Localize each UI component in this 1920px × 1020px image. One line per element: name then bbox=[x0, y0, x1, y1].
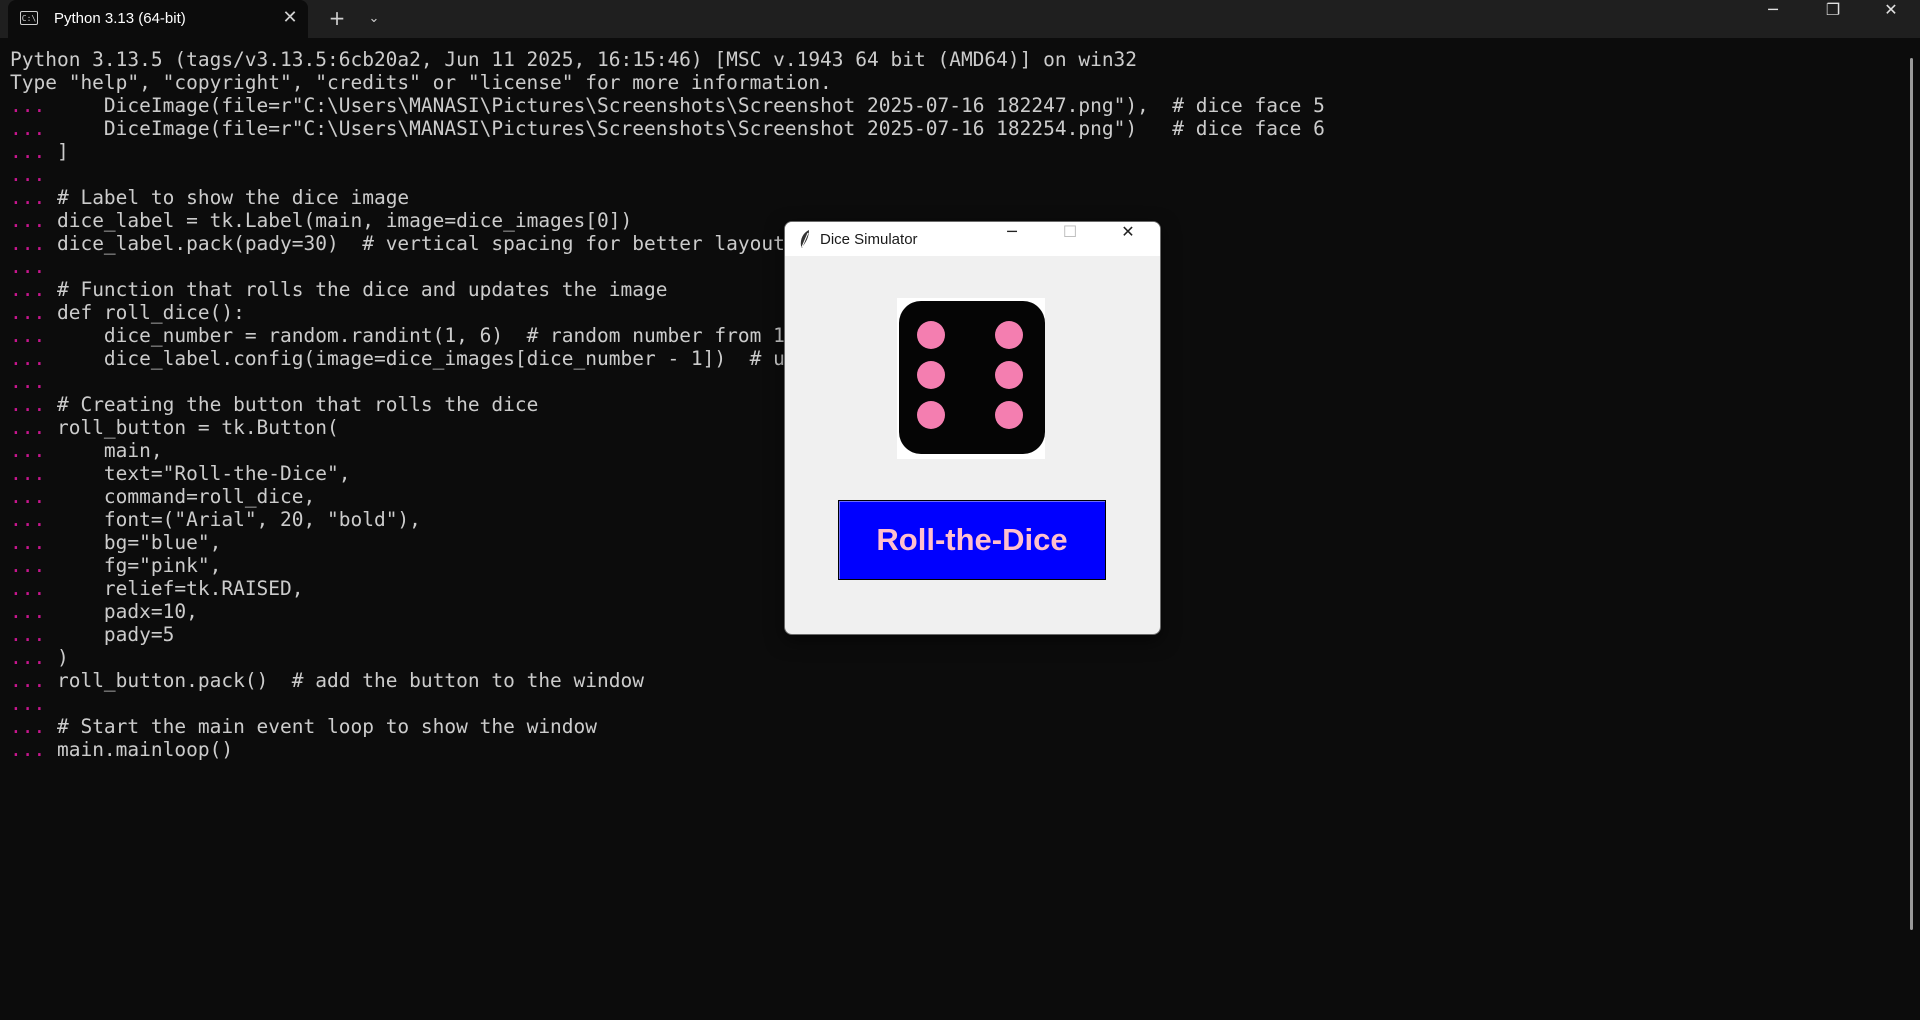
code-text: # Creating the button that rolls the dic… bbox=[45, 393, 539, 416]
continuation-prompt: ... bbox=[10, 439, 46, 462]
code-text: DiceImage(file=r"C:\Users\MANASI\Picture… bbox=[45, 117, 1325, 140]
terminal-code-line: ... bbox=[10, 692, 1890, 715]
minimize-button[interactable]: ─ bbox=[1744, 0, 1802, 38]
code-text: command=roll_dice, bbox=[45, 485, 316, 508]
terminal-icon: C:\ bbox=[20, 11, 38, 25]
continuation-prompt: ... bbox=[10, 140, 46, 163]
code-text: ) bbox=[45, 646, 69, 669]
terminal-code-line: ... ] bbox=[10, 140, 1890, 163]
continuation-prompt: ... bbox=[10, 577, 46, 600]
code-text: # Label to show the dice image bbox=[45, 186, 410, 209]
tab-python[interactable]: C:\ Python 3.13 (64-bit) ✕ bbox=[8, 0, 308, 38]
code-text: fg="pink", bbox=[45, 554, 222, 577]
code-text: main.mainloop() bbox=[45, 738, 234, 761]
continuation-prompt: ... bbox=[10, 485, 46, 508]
continuation-prompt: ... bbox=[10, 646, 46, 669]
code-text: font=("Arial", 20, "bold"), bbox=[45, 508, 421, 531]
dice-pip bbox=[917, 361, 945, 389]
continuation-prompt: ... bbox=[10, 232, 46, 255]
continuation-prompt: ... bbox=[10, 186, 46, 209]
continuation-prompt: ... bbox=[10, 94, 46, 117]
code-text: DiceImage(file=r"C:\Users\MANASI\Picture… bbox=[45, 94, 1325, 117]
terminal-scrollbar[interactable] bbox=[1910, 58, 1913, 930]
dice-pip bbox=[995, 361, 1023, 389]
terminal-header-line: Type "help", "copyright", "credits" or "… bbox=[10, 71, 832, 94]
continuation-prompt: ... bbox=[10, 554, 46, 577]
tab-dropdown-chevron-icon[interactable]: ⌄ bbox=[362, 6, 386, 32]
dice-label bbox=[897, 298, 1045, 459]
continuation-prompt: ... bbox=[10, 669, 46, 692]
code-text: text="Roll-the-Dice", bbox=[45, 462, 351, 485]
dice-pip bbox=[917, 321, 945, 349]
terminal-code-line: ... DiceImage(file=r"C:\Users\MANASI\Pic… bbox=[10, 117, 1890, 140]
code-text: dice_number = random.randint(1, 6) # ran… bbox=[45, 324, 844, 347]
dice-pip bbox=[995, 401, 1023, 429]
close-button[interactable]: ✕ bbox=[1862, 0, 1920, 38]
continuation-prompt: ... bbox=[10, 117, 46, 140]
continuation-prompt: ... bbox=[10, 301, 46, 324]
code-text: pady=5 bbox=[45, 623, 175, 646]
dice-window-title: Dice Simulator bbox=[820, 231, 918, 248]
continuation-prompt: ... bbox=[10, 347, 46, 370]
continuation-prompt: ... bbox=[10, 738, 46, 761]
terminal-code-line: ... # Label to show the dice image bbox=[10, 186, 1890, 209]
code-text: # Start the main event loop to show the … bbox=[45, 715, 598, 738]
terminal-code-line: ... roll_button.pack() # add the button … bbox=[10, 669, 1890, 692]
continuation-prompt: ... bbox=[10, 278, 46, 301]
code-text: def roll_dice(): bbox=[45, 301, 245, 324]
dice-minimize-button[interactable]: ─ bbox=[983, 222, 1041, 256]
terminal-code-line: ... bbox=[10, 163, 1890, 186]
continuation-prompt: ... bbox=[10, 209, 46, 232]
terminal-header-line: Python 3.13.5 (tags/v3.13.5:6cb20a2, Jun… bbox=[10, 48, 1138, 71]
continuation-prompt: ... bbox=[10, 692, 46, 715]
continuation-prompt: ... bbox=[10, 370, 46, 393]
restore-button[interactable]: ❐ bbox=[1804, 0, 1862, 38]
continuation-prompt: ... bbox=[10, 508, 46, 531]
tab-close-icon[interactable]: ✕ bbox=[278, 6, 302, 30]
dice-close-button[interactable]: ✕ bbox=[1099, 222, 1157, 256]
continuation-prompt: ... bbox=[10, 416, 46, 439]
code-text: relief=tk.RAISED, bbox=[45, 577, 304, 600]
new-tab-button[interactable]: + bbox=[324, 6, 350, 32]
continuation-prompt: ... bbox=[10, 600, 46, 623]
terminal-code-line: ... DiceImage(file=r"C:\Users\MANASI\Pic… bbox=[10, 94, 1890, 117]
continuation-prompt: ... bbox=[10, 393, 46, 416]
dice-simulator-window: Dice Simulator ─ ☐ ✕ Roll-the-Dice bbox=[784, 221, 1161, 635]
continuation-prompt: ... bbox=[10, 324, 46, 347]
code-text: main, bbox=[45, 439, 163, 462]
continuation-prompt: ... bbox=[10, 163, 46, 186]
continuation-prompt: ... bbox=[10, 462, 46, 485]
code-text: dice_label.pack(pady=30) # vertical spac… bbox=[45, 232, 785, 255]
continuation-prompt: ... bbox=[10, 255, 46, 278]
code-text: bg="blue", bbox=[45, 531, 222, 554]
roll-the-dice-button[interactable]: Roll-the-Dice bbox=[838, 500, 1106, 580]
tk-feather-icon bbox=[800, 230, 809, 248]
code-text: roll_button = tk.Button( bbox=[45, 416, 339, 439]
continuation-prompt: ... bbox=[10, 531, 46, 554]
terminal-titlebar: C:\ Python 3.13 (64-bit) ✕ + ⌄ ─ ❐ ✕ bbox=[0, 0, 1920, 38]
dice-maximize-button: ☐ bbox=[1062, 222, 1078, 241]
code-text: dice_label = tk.Label(main, image=dice_i… bbox=[45, 209, 633, 232]
terminal-code-line: ... # Start the main event loop to show … bbox=[10, 715, 1890, 738]
tab-title: Python 3.13 (64-bit) bbox=[54, 10, 186, 27]
continuation-prompt: ... bbox=[10, 623, 46, 646]
terminal-code-line: ... main.mainloop() bbox=[10, 738, 1890, 761]
code-text: roll_button.pack() # add the button to t… bbox=[45, 669, 644, 692]
dice-pip bbox=[995, 321, 1023, 349]
code-text: ] bbox=[45, 140, 69, 163]
continuation-prompt: ... bbox=[10, 715, 46, 738]
code-text: padx=10, bbox=[45, 600, 198, 623]
dice-pip bbox=[917, 401, 945, 429]
dice-window-titlebar: Dice Simulator ─ ☐ ✕ bbox=[785, 222, 1160, 256]
code-text: # Function that rolls the dice and updat… bbox=[45, 278, 668, 301]
dice-face-image bbox=[899, 301, 1045, 454]
terminal-code-line: ... ) bbox=[10, 646, 1890, 669]
